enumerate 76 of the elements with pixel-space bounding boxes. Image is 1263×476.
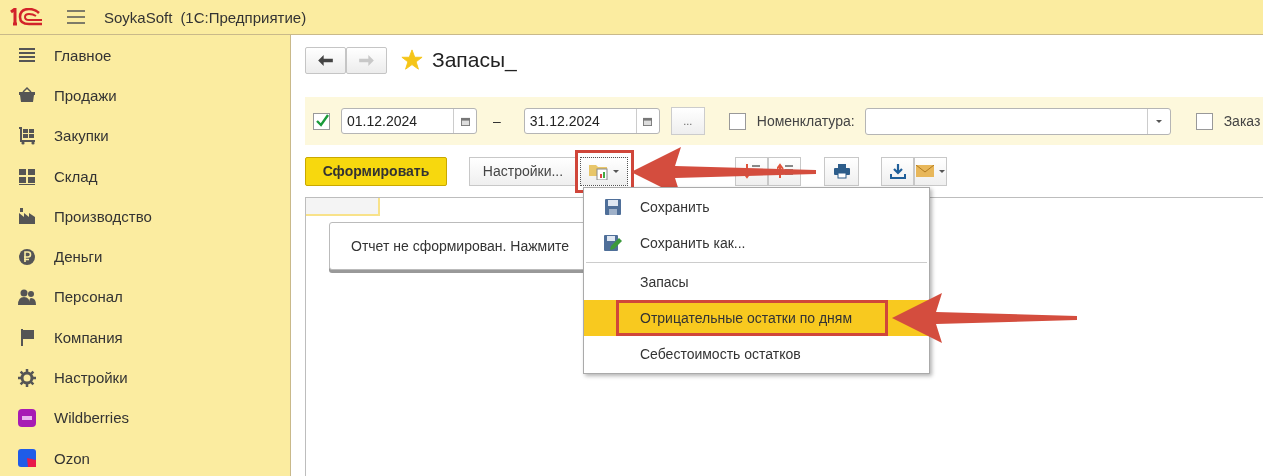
sidebar-item[interactable]: Настройки — [0, 357, 290, 398]
star-icon[interactable] — [401, 49, 423, 71]
menu-item[interactable]: Сохранить как... — [584, 225, 929, 261]
dropdown-field[interactable] — [864, 107, 1171, 135]
folder-icon — [589, 162, 609, 180]
sidebar-label: Ozon — [54, 449, 90, 467]
sidebar-label: Wildberries — [54, 409, 129, 427]
cart-icon — [18, 126, 36, 145]
settings-icon — [18, 368, 36, 387]
sidebar-item[interactable]: Главное — [0, 35, 290, 76]
sidebar-label: Производство — [54, 207, 152, 225]
sidebar-item[interactable]: Продажи — [0, 75, 290, 116]
download-icon — [889, 163, 906, 179]
period-button[interactable]: ... — [670, 107, 705, 135]
logo-icon — [9, 8, 43, 26]
app-mode: (1С:Предприятие) — [180, 8, 307, 26]
sidebar-item[interactable]: Персонал — [0, 276, 290, 318]
sidebar-label: Настройки — [54, 369, 128, 386]
sidebar-item[interactable]: Ozon — [0, 437, 290, 476]
caret-icon — [939, 169, 945, 173]
sidebar-item[interactable]: Производство — [0, 196, 290, 237]
sort-up-icon — [776, 163, 793, 179]
calendar-icon[interactable] — [460, 116, 470, 126]
print-button[interactable] — [824, 156, 859, 186]
basket-icon — [18, 86, 36, 105]
checkbox[interactable] — [313, 112, 330, 130]
sort-down-icon — [743, 163, 760, 179]
sidebar-item[interactable]: Деньги — [0, 236, 290, 277]
form-title: Запасы_ — [432, 48, 517, 72]
app-icon — [18, 408, 36, 427]
checkbox[interactable] — [1195, 112, 1213, 130]
sidebar-label: Закупки — [54, 127, 109, 145]
print-icon — [833, 163, 850, 179]
generate-button[interactable]: Сформировать — [305, 156, 447, 186]
app-icon — [18, 449, 36, 468]
people-icon — [18, 287, 36, 306]
field-label: Заказ — [1223, 113, 1261, 129]
flag-icon — [18, 328, 36, 347]
coin-icon — [18, 247, 36, 266]
field-label: Номенклатура: — [756, 113, 855, 129]
sidebar-item[interactable]: Компания — [0, 317, 290, 358]
sidebar-item[interactable]: Закупки — [0, 115, 290, 156]
mail-button[interactable] — [914, 156, 947, 186]
warehouse-icon — [18, 167, 36, 186]
sidebar-item[interactable]: Склад — [0, 155, 290, 197]
report-message: Отчет не сформирован. Нажмите — [351, 238, 570, 254]
menu-item[interactable]: Себестоимость остатков — [584, 336, 929, 372]
sidebar-item[interactable]: Wildberries — [0, 397, 290, 438]
date-field[interactable]: 31.12.2024 — [523, 108, 660, 134]
save-edit-icon — [604, 235, 622, 251]
download-button[interactable] — [881, 156, 914, 186]
menu-item[interactable]: Запасы — [584, 264, 929, 300]
caret-icon — [1155, 119, 1162, 123]
checkbox[interactable] — [728, 112, 746, 130]
save-icon — [604, 199, 622, 215]
back-button[interactable] — [305, 46, 346, 74]
caret-icon — [613, 169, 619, 173]
dash-separator: – — [493, 113, 501, 129]
report-variant-button[interactable] — [580, 156, 628, 186]
forward-arrow-icon — [359, 54, 374, 66]
date-field[interactable]: 01.12.2024 — [341, 108, 477, 134]
list-icon — [18, 46, 36, 65]
envelope-icon — [916, 165, 934, 177]
sidebar-label: Персонал — [54, 288, 123, 306]
back-arrow-icon — [318, 54, 333, 66]
sidebar-label: Продажи — [54, 86, 117, 104]
menu-item[interactable]: Сохранить — [584, 189, 929, 225]
factory-icon — [18, 207, 36, 226]
menu-icon[interactable] — [67, 10, 85, 24]
sidebar-label: Деньги — [54, 248, 103, 266]
sidebar-label: Главное — [54, 46, 112, 64]
calendar-icon[interactable] — [643, 116, 653, 126]
sidebar-label: Склад — [54, 167, 98, 185]
settings-button[interactable]: Настройки... — [469, 156, 577, 186]
sidebar-label: Компания — [54, 328, 123, 346]
app-name: SoykaSoft — [104, 8, 173, 26]
